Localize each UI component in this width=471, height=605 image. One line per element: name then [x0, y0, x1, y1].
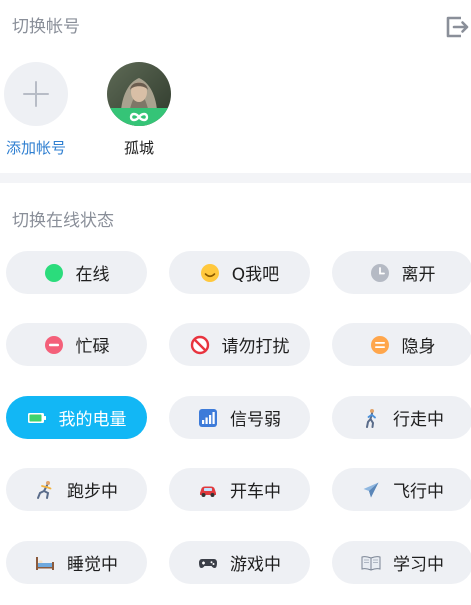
status-label: 行走中 [393, 410, 444, 430]
status-label: Q我吧 [231, 265, 280, 285]
battery-icon [27, 412, 46, 423]
status-label: 开车中 [230, 482, 281, 502]
walking-icon [366, 408, 376, 428]
status-flying-button[interactable]: 飞行中 [332, 468, 471, 511]
status-label: 我的电量 [58, 410, 127, 430]
status-q-me-button[interactable]: Q我吧 [169, 251, 310, 294]
status-label: 信号弱 [230, 410, 281, 430]
status-studying-button[interactable]: 学习中 [332, 541, 471, 584]
section-divider [0, 173, 471, 183]
status-online-button[interactable]: 在线 [6, 251, 147, 294]
car-icon [200, 486, 216, 497]
status-label: 隐身 [401, 337, 436, 357]
signal-bars-icon [199, 408, 217, 427]
no-entry-icon [190, 335, 209, 354]
status-label: 学习中 [393, 555, 444, 575]
status-driving-button[interactable]: 开车中 [169, 468, 310, 511]
status-label: 飞行中 [393, 482, 444, 502]
status-invisible-button[interactable]: 隐身 [332, 323, 471, 366]
status-label: 离开 [401, 265, 436, 285]
running-icon [37, 480, 52, 499]
status-weak-signal-button[interactable]: 信号弱 [169, 396, 310, 439]
status-walking-button[interactable]: 行走中 [332, 396, 471, 439]
status-away-button[interactable]: 离开 [332, 251, 471, 294]
account-item[interactable]: 孤城 [103, 62, 175, 158]
add-account-button[interactable]: 添加帐号 [0, 62, 72, 158]
status-label: 睡觉中 [67, 555, 118, 575]
status-running-button[interactable]: 跑步中 [6, 468, 147, 511]
add-account-circle[interactable] [4, 62, 68, 126]
status-label: 请勿打扰 [221, 337, 290, 357]
airplane-icon [363, 482, 379, 497]
busy-minus-icon [44, 335, 63, 354]
status-label: 跑步中 [67, 482, 118, 502]
smile-icon [200, 263, 219, 282]
online-dot-icon [44, 263, 63, 282]
account-status-panel: 切换帐号 添加帐号 孤城 切换在线状态 在线 Q我吧 离开 忙碌 请勿打扰 隐身… [0, 0, 471, 605]
account-name: 孤城 [123, 139, 154, 157]
logout-icon[interactable] [445, 14, 469, 40]
book-icon [361, 555, 381, 571]
avatar[interactable] [107, 62, 171, 126]
bed-icon [36, 556, 54, 570]
status-label: 游戏中 [230, 555, 281, 575]
status-busy-button[interactable]: 忙碌 [6, 323, 147, 366]
invisible-icon [370, 335, 389, 354]
clock-icon [370, 263, 389, 282]
switch-account-title: 切换帐号 [12, 17, 80, 37]
gamepad-icon [199, 558, 217, 568]
status-gaming-button[interactable]: 游戏中 [169, 541, 310, 584]
status-dnd-button[interactable]: 请勿打扰 [169, 323, 310, 366]
add-account-label: 添加帐号 [5, 139, 66, 157]
status-label: 忙碌 [75, 337, 110, 357]
status-label: 在线 [75, 265, 110, 285]
status-battery-button[interactable]: 我的电量 [6, 396, 147, 439]
switch-status-title: 切换在线状态 [12, 211, 114, 231]
status-sleeping-button[interactable]: 睡觉中 [6, 541, 147, 584]
